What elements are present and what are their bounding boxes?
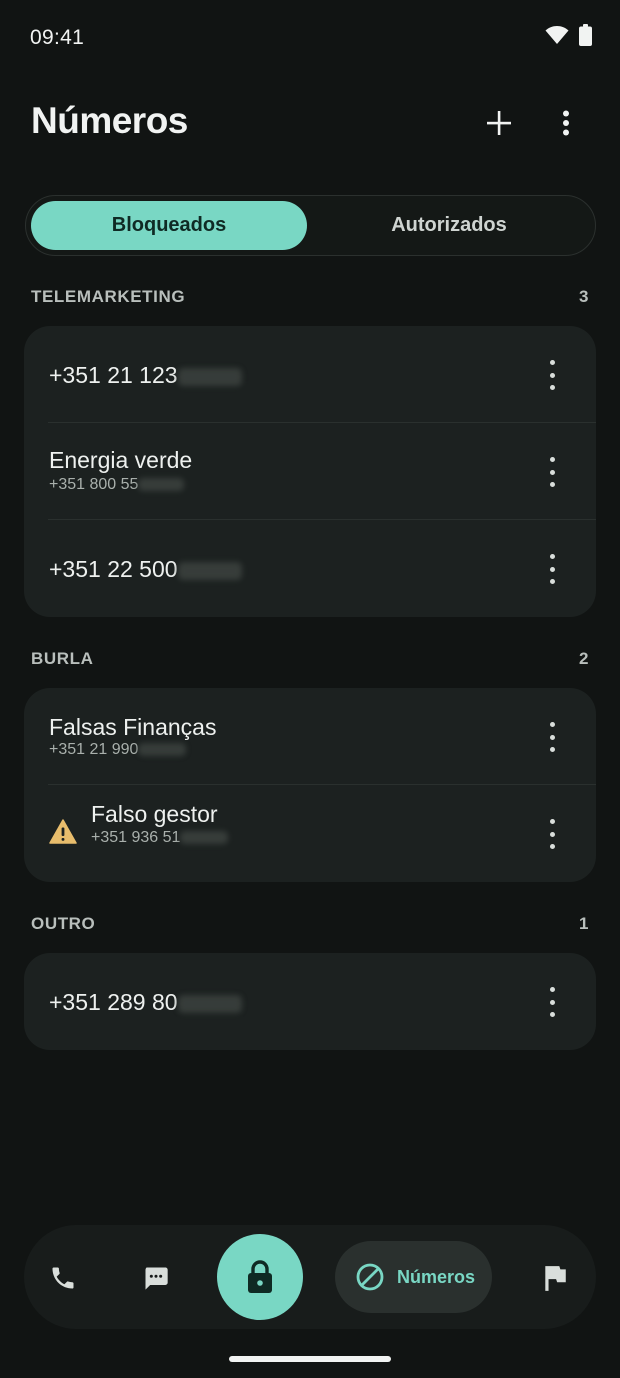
tab-bloqueados[interactable]: Bloqueados [31, 201, 307, 250]
row-more-button[interactable] [542, 987, 562, 1017]
status-icons [545, 24, 592, 46]
contact-name: Falso gestor [91, 801, 218, 827]
section-count: 3 [578, 287, 589, 306]
row-more-button[interactable] [542, 457, 562, 487]
card-outro: +351 289 80 [24, 953, 596, 1050]
plus-icon [487, 111, 511, 135]
tab-autorizados[interactable]: Autorizados [309, 201, 589, 250]
masked-digits [177, 994, 242, 1013]
card-burla: Falsas Finanças +351 21 990 Falso gestor… [24, 688, 596, 882]
nav-numbers[interactable]: Números [335, 1241, 492, 1313]
nav-messages[interactable] [135, 1257, 177, 1299]
masked-digits [177, 367, 242, 386]
status-time: 09:41 [30, 26, 85, 49]
list-item[interactable]: +351 289 80 [24, 953, 596, 1050]
number-label: +351 936 51 [91, 829, 181, 846]
masked-digits [177, 561, 242, 580]
nav-numbers-label: Números [397, 1266, 476, 1287]
message-icon [145, 1267, 168, 1290]
warning-icon [49, 819, 77, 844]
number-label: +351 800 55 [49, 476, 139, 493]
row-more-button[interactable] [542, 554, 562, 584]
number-label: +351 21 990 [49, 741, 139, 758]
card-telemarketing: +351 21 123 Energia verde +351 800 55 +3… [24, 326, 596, 617]
row-more-button[interactable] [542, 819, 562, 849]
number-label: +351 289 80 [49, 989, 178, 1015]
section-title: TELEMARKETING [31, 287, 186, 306]
battery-icon [579, 24, 592, 46]
masked-digits [138, 743, 187, 757]
bottom-nav: Números [24, 1225, 596, 1329]
list-item[interactable]: Falsas Finanças +351 21 990 [24, 688, 596, 785]
block-icon [356, 1263, 384, 1291]
list-item[interactable]: Falso gestor +351 936 51 [24, 785, 596, 882]
section-count: 2 [578, 649, 589, 668]
nav-reports[interactable] [534, 1257, 576, 1299]
masked-digits [180, 831, 229, 845]
nav-calls[interactable] [42, 1257, 84, 1299]
number-label: +351 21 123 [49, 362, 178, 388]
phone-icon [52, 1267, 74, 1289]
segmented-tabs: Bloqueados Autorizados [25, 195, 596, 256]
home-indicator [229, 1356, 391, 1362]
add-button[interactable] [478, 102, 520, 144]
more-vert-icon [563, 110, 569, 136]
row-more-button[interactable] [542, 360, 562, 390]
row-more-button[interactable] [542, 722, 562, 752]
status-bar: 09:41 [0, 0, 620, 76]
page-title: Números [31, 100, 188, 141]
contact-name: Falsas Finanças [49, 714, 217, 740]
lock-icon [248, 1260, 272, 1293]
overflow-menu-button[interactable] [546, 102, 586, 144]
list-item[interactable]: +351 21 123 [24, 326, 596, 423]
wifi-icon [545, 26, 569, 44]
app-bar: Números [0, 90, 620, 156]
contact-name: Energia verde [49, 447, 193, 473]
section-title: BURLA [31, 649, 94, 668]
flag-icon [545, 1266, 566, 1291]
section-count: 1 [578, 914, 589, 933]
masked-digits [138, 478, 185, 492]
section-header-telemarketing: TELEMARKETING 3 [31, 285, 589, 309]
section-header-burla: BURLA 2 [31, 647, 589, 671]
section-title: OUTRO [31, 914, 96, 933]
list-item[interactable]: Energia verde +351 800 55 [24, 423, 596, 520]
section-header-outro: OUTRO 1 [31, 912, 589, 936]
number-label: +351 22 500 [49, 556, 178, 582]
nav-lock-fab[interactable] [217, 1234, 303, 1320]
list-item[interactable]: +351 22 500 [24, 520, 596, 617]
